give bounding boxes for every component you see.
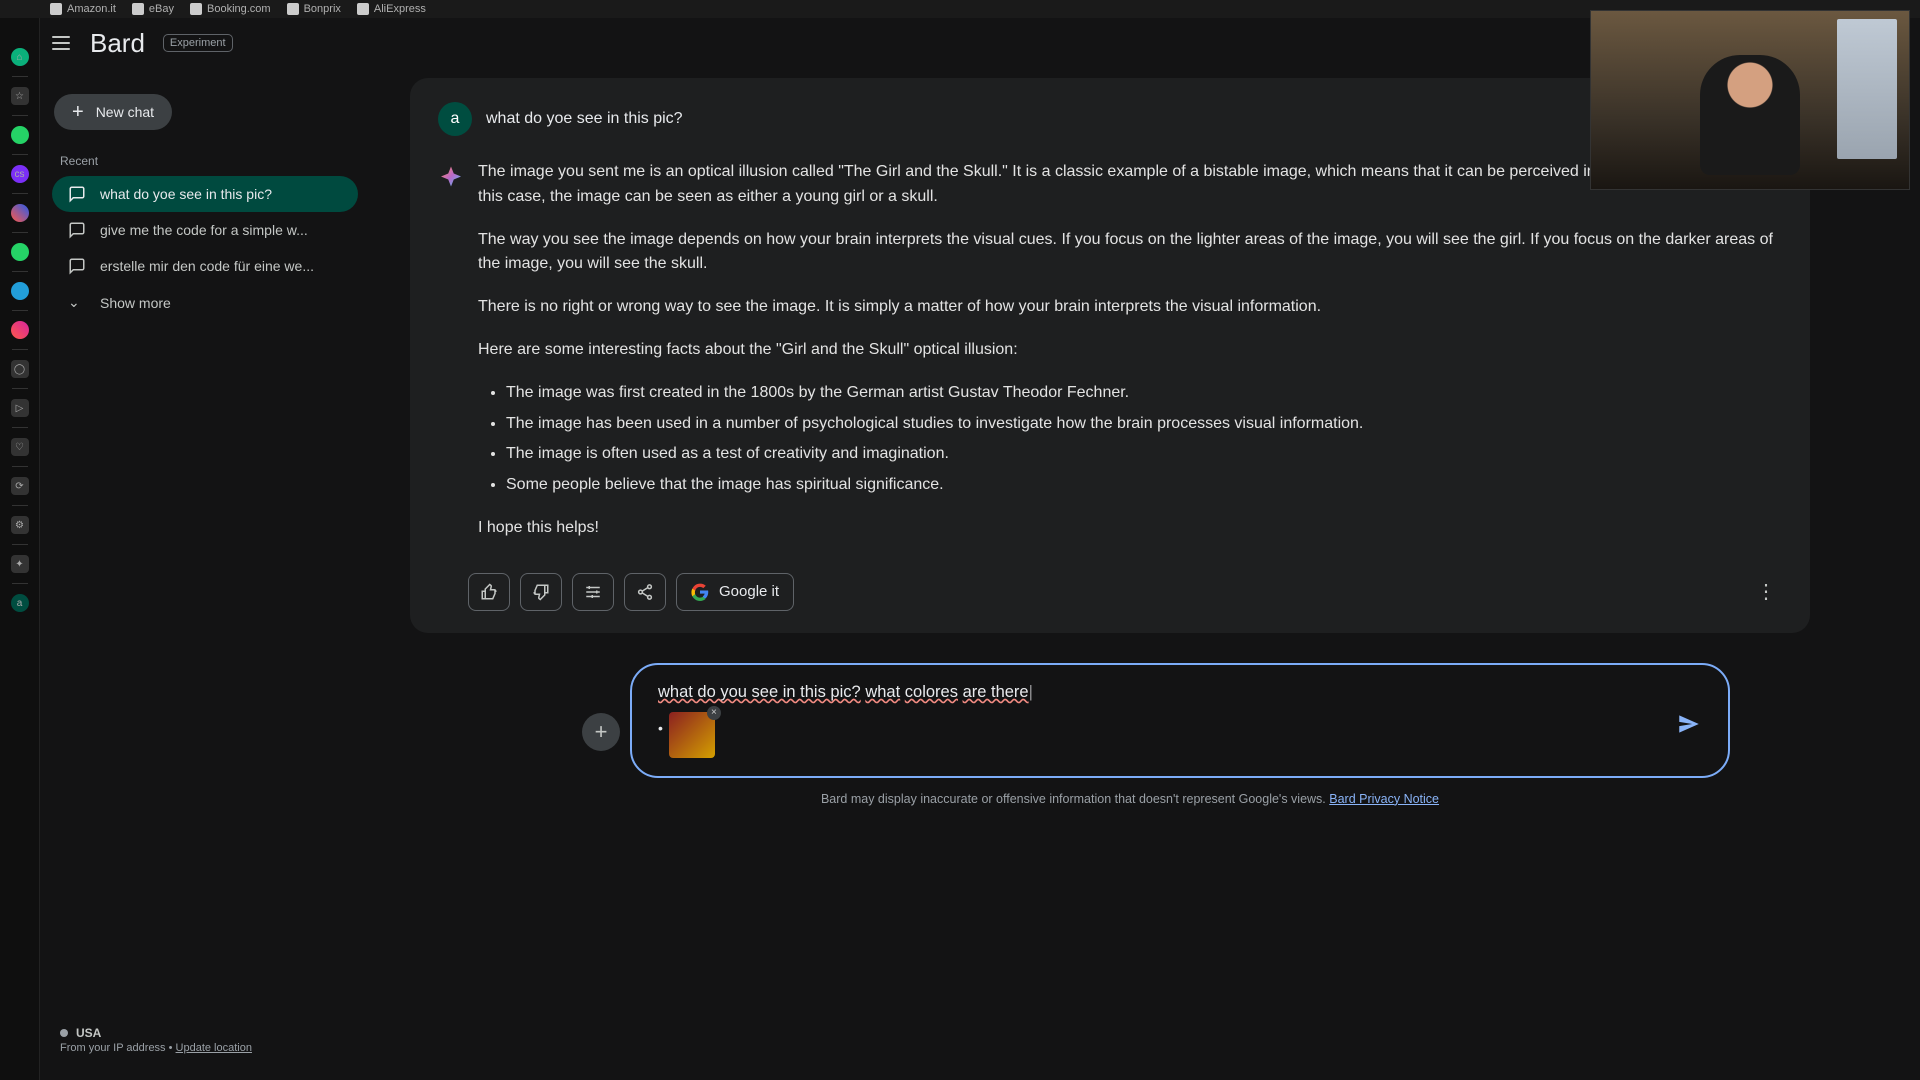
prompt-text[interactable]: what do you see in this pic? what colore… [658, 683, 1658, 702]
google-it-button[interactable]: Google it [676, 573, 794, 611]
brand-title: Bard [90, 28, 145, 59]
ai-bullet: The image is often used as a test of cre… [506, 442, 1776, 467]
dock-icon[interactable]: ▷ [11, 399, 29, 417]
disclaimer: Bard may display inaccurate or offensive… [370, 792, 1890, 806]
bookmark-item[interactable]: AliExpress [357, 3, 426, 15]
thumbs-up-button[interactable] [468, 573, 510, 611]
update-location-link[interactable]: Update location [176, 1042, 252, 1054]
bookmark-item[interactable]: eBay [132, 3, 174, 15]
chat-content: a what do yoe see in this pic? View othe… [370, 68, 1920, 1080]
new-chat-label: New chat [96, 104, 154, 120]
recent-chat-item[interactable]: erstelle mir den code für eine we... [52, 248, 358, 284]
ai-closing: I hope this helps! [478, 516, 1776, 541]
thumbs-down-button[interactable] [520, 573, 562, 611]
dock-icon[interactable]: ☆ [11, 87, 29, 105]
share-button[interactable] [624, 573, 666, 611]
recent-chat-item[interactable]: what do yoe see in this pic? [52, 176, 358, 212]
ai-bullet: The image has been used in a number of p… [506, 412, 1776, 437]
ai-bullet: Some people believe that the image has s… [506, 473, 1776, 498]
user-message-text: what do yoe see in this pic? [486, 110, 683, 128]
tune-button[interactable] [572, 573, 614, 611]
privacy-notice-link[interactable]: Bard Privacy Notice [1329, 792, 1439, 806]
sidebar: + New chat Recent what do yoe see in thi… [40, 68, 370, 1080]
disclaimer-text: Bard may display inaccurate or offensive… [821, 792, 1329, 806]
prompt-input[interactable]: what do you see in this pic? what colore… [630, 663, 1730, 778]
add-attachment-button[interactable]: + [582, 713, 620, 751]
dock-icon[interactable] [11, 282, 29, 300]
dock-icon[interactable]: ♡ [11, 438, 29, 456]
ai-paragraph: Here are some interesting facts about th… [478, 338, 1776, 363]
dock-icon[interactable]: ⟳ [11, 477, 29, 495]
chevron-down-icon: ⌄ [68, 294, 86, 311]
show-more-label: Show more [100, 295, 171, 311]
ai-paragraph: The way you see the image depends on how… [478, 228, 1776, 278]
location-footer: USA From your IP address • Update locati… [52, 1026, 358, 1064]
ai-response-row: The image you sent me is an optical illu… [426, 154, 1786, 565]
bookmark-item[interactable]: Booking.com [190, 3, 271, 15]
google-it-label: Google it [719, 583, 779, 600]
dock-icon[interactable] [11, 204, 29, 222]
recent-chat-item[interactable]: give me the code for a simple w... [52, 212, 358, 248]
location-country: USA [76, 1026, 101, 1040]
dock-icon[interactable]: ⌂ [11, 48, 29, 66]
ai-paragraph: There is no right or wrong way to see th… [478, 295, 1776, 320]
user-avatar: a [438, 102, 472, 136]
send-button[interactable] [1670, 705, 1708, 743]
user-message-row: a what do yoe see in this pic? [426, 96, 1786, 154]
recent-heading: Recent [52, 150, 358, 176]
ai-bullet: The image was first created in the 1800s… [506, 381, 1776, 406]
os-dock: ⌂ ☆ cs ◯ ▷ ♡ ⟳ ⚙ ✦ a [0, 18, 40, 1080]
new-chat-button[interactable]: + New chat [54, 94, 172, 130]
dock-icon[interactable] [11, 321, 29, 339]
response-actions: Google it ⋮ [426, 565, 1786, 615]
location-source: From your IP address • [60, 1042, 176, 1054]
experiment-badge: Experiment [163, 34, 233, 52]
dock-icon[interactable] [11, 243, 29, 261]
bard-spark-icon [436, 164, 466, 194]
menu-button[interactable] [52, 31, 76, 55]
plus-icon: + [72, 107, 84, 117]
dock-icon[interactable]: a [11, 594, 29, 612]
dock-icon[interactable] [11, 126, 29, 144]
bookmark-item[interactable]: Bonprix [287, 3, 341, 15]
bookmark-item[interactable]: Amazon.it [50, 3, 116, 15]
location-dot-icon [60, 1029, 68, 1037]
show-more-button[interactable]: ⌄ Show more [52, 284, 358, 321]
ai-response-body: The image you sent me is an optical illu… [478, 160, 1776, 559]
google-logo-icon [691, 583, 709, 601]
attached-image-thumbnail[interactable] [669, 712, 715, 758]
dock-icon[interactable]: ⚙ [11, 516, 29, 534]
ai-paragraph: The image you sent me is an optical illu… [478, 160, 1776, 210]
dock-icon[interactable]: ◯ [11, 360, 29, 378]
more-options-button[interactable]: ⋮ [1756, 579, 1776, 604]
attachment-bullet: • [658, 720, 663, 736]
remove-attachment-button[interactable]: × [707, 706, 721, 720]
input-area: + what do you see in this pic? what colo… [630, 663, 1730, 778]
dock-icon[interactable]: ✦ [11, 555, 29, 573]
dock-icon[interactable]: cs [11, 165, 29, 183]
webcam-overlay [1590, 10, 1910, 190]
